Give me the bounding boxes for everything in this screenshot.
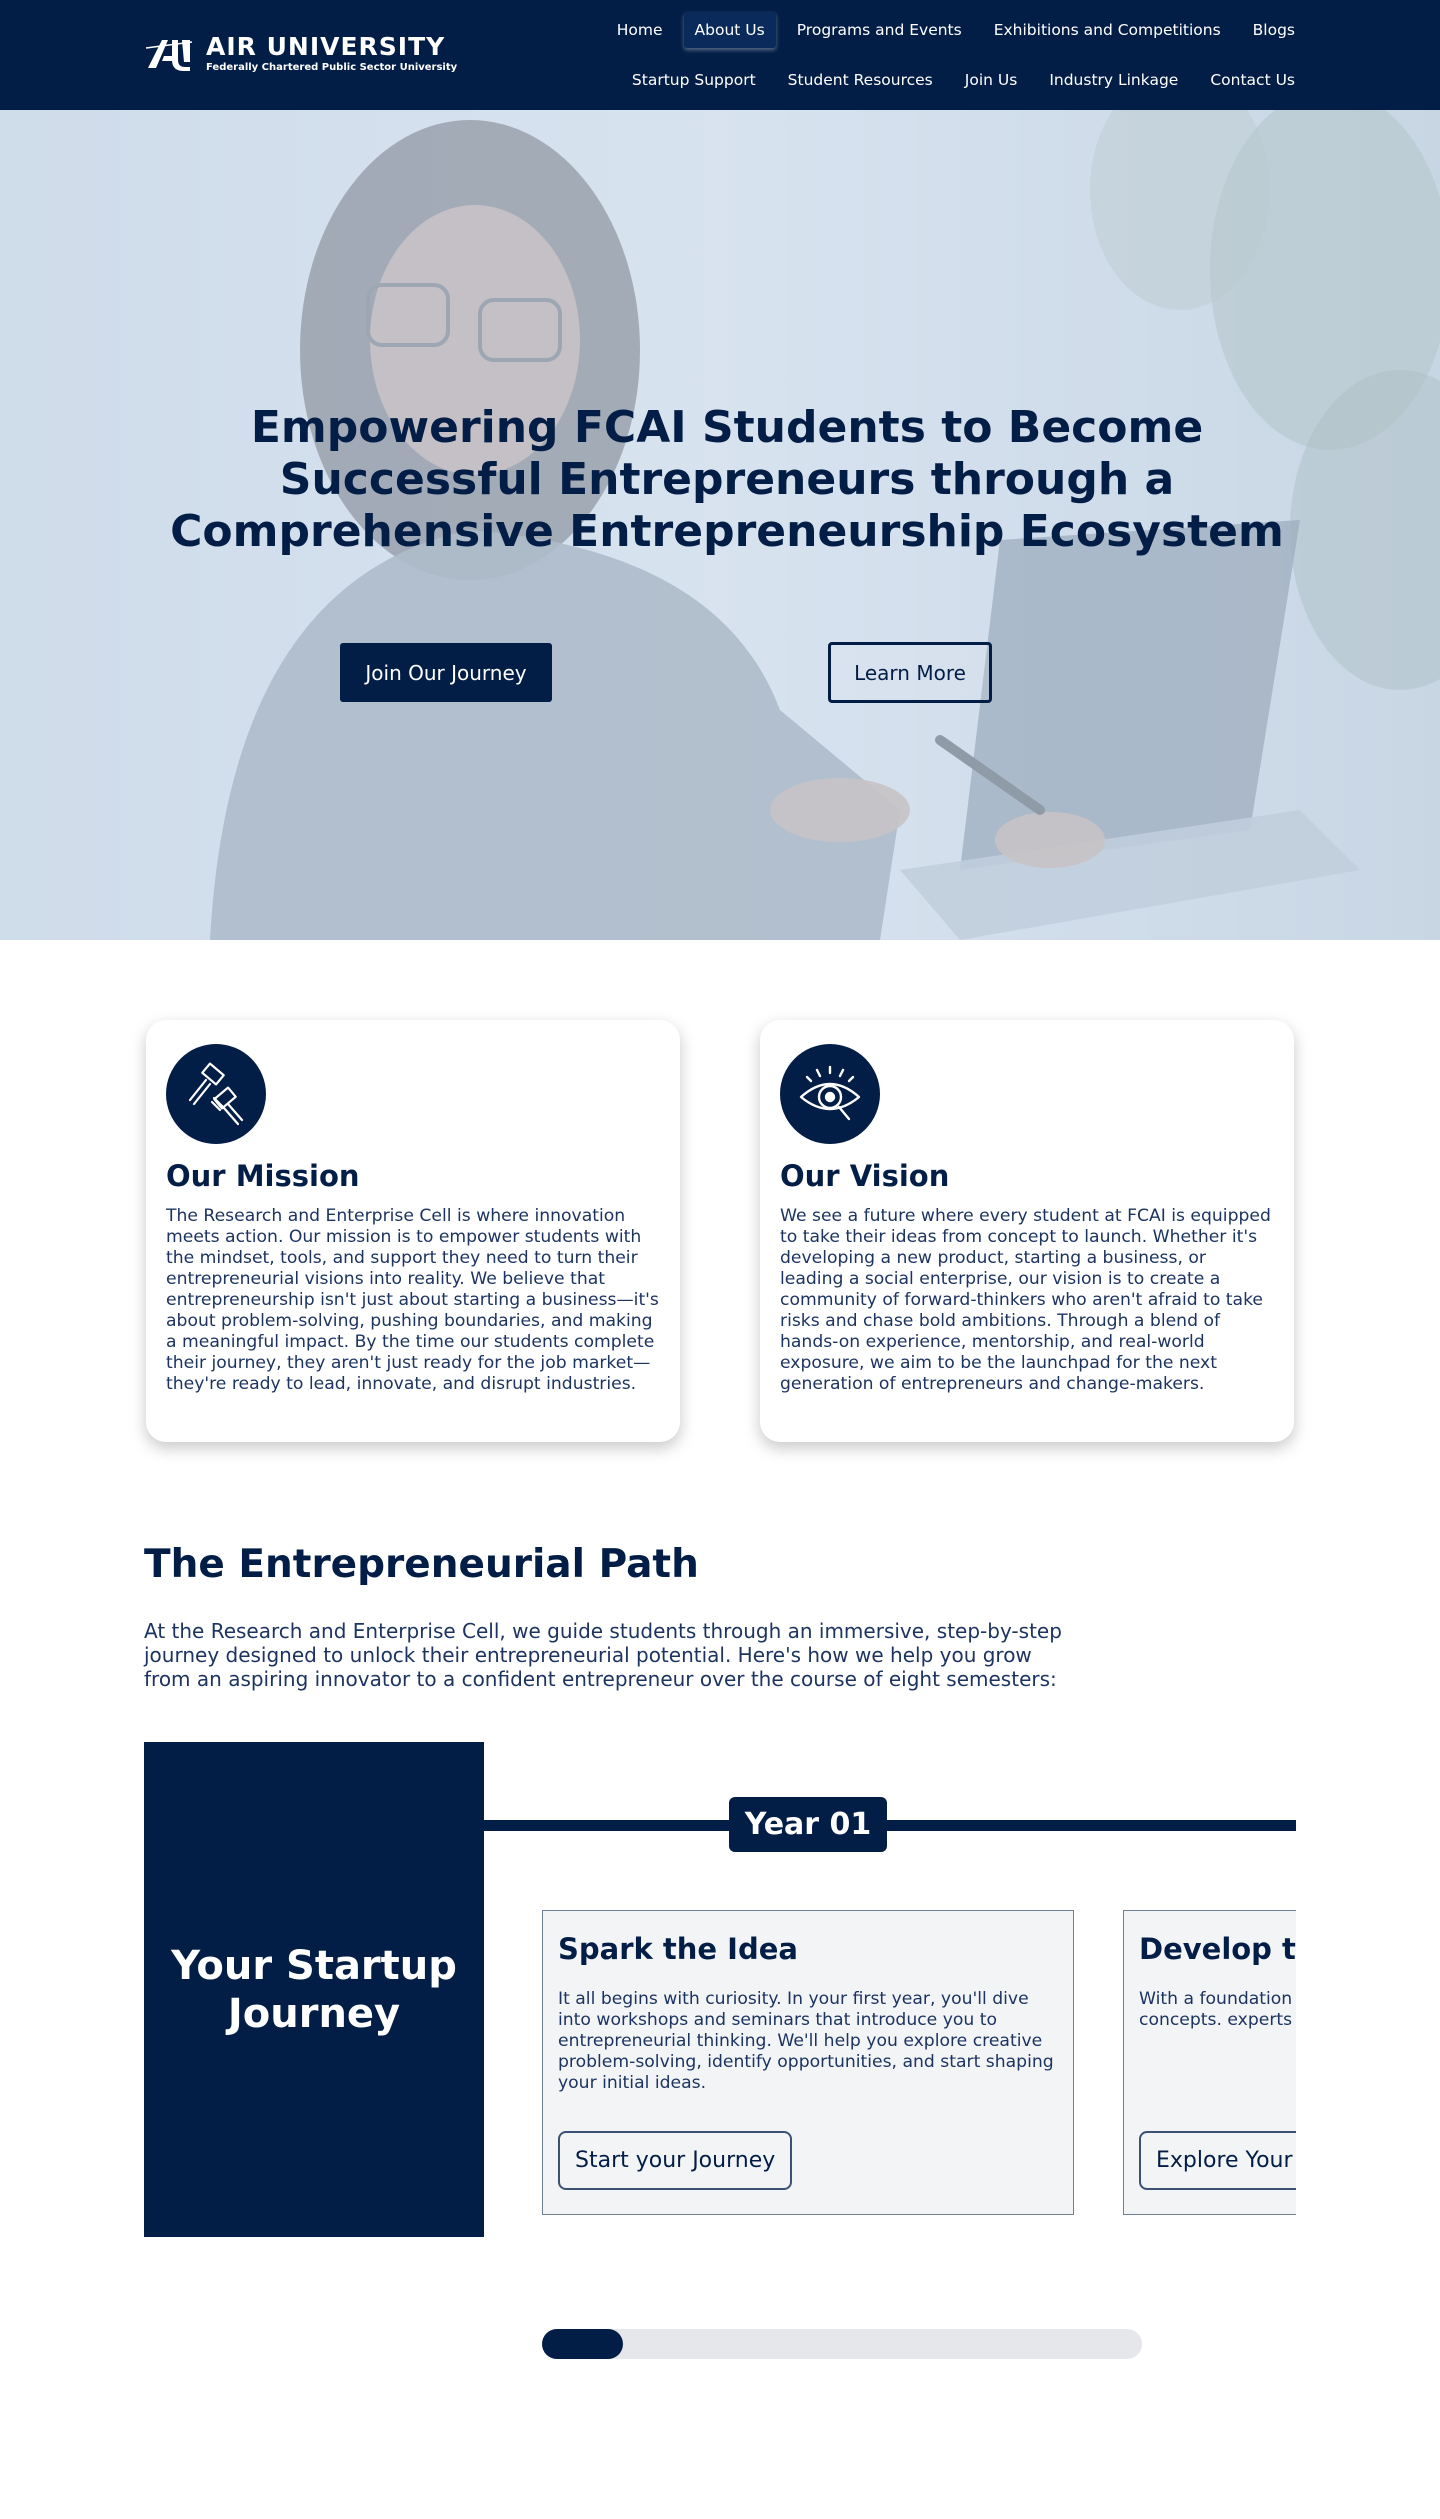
start-your-journey-button[interactable]: Start your Journey xyxy=(558,2131,793,2190)
journey-step-card: Spark the Idea It all begins with curios… xyxy=(542,1910,1074,2215)
startup-journey-panel: Your Startup Journey xyxy=(144,1742,484,2237)
main-nav-bottom: Startup Support Student Resources Join U… xyxy=(616,60,1295,100)
logo-emblem-icon xyxy=(145,40,193,71)
hero-title: Empowering FCAI Students to Become Succe… xyxy=(170,402,1284,557)
step-text: With a foundation i teams, begin worki b… xyxy=(1139,1989,1296,2030)
nav-join-us[interactable]: Join Us xyxy=(949,62,1034,98)
nav-home[interactable]: Home xyxy=(601,12,679,48)
logo-subtitle: Federally Chartered Public Sector Univer… xyxy=(206,62,458,73)
mission-card: Our Mission The Research and Enterprise … xyxy=(146,1020,680,1442)
learn-more-button[interactable]: Learn More xyxy=(828,642,992,703)
step-title: Spark the Idea xyxy=(558,1932,798,1966)
nav-blogs[interactable]: Blogs xyxy=(1237,12,1295,48)
step-text: It all begins with curiosity. In your fi… xyxy=(558,1989,1054,2093)
logo-title: AIR UNIVERSITY xyxy=(206,32,446,61)
entrepreneurial-path-text: At the Research and Enterprise Cell, we … xyxy=(144,1619,1062,1691)
hero-section: Empowering FCAI Students to Become Succe… xyxy=(0,110,1440,940)
nav-industry-linkage[interactable]: Industry Linkage xyxy=(1033,62,1194,98)
journey-carousel[interactable]: Spark the Idea It all begins with curios… xyxy=(484,1900,1296,2220)
nav-exhibitions-competitions[interactable]: Exhibitions and Competitions xyxy=(978,12,1237,48)
nav-startup-support[interactable]: Startup Support xyxy=(616,62,772,98)
step-title: Develop the xyxy=(1139,1932,1296,1966)
carousel-scrollbar[interactable] xyxy=(542,2329,1142,2359)
join-our-journey-button[interactable]: Join Our Journey xyxy=(340,643,552,702)
journey-timeline-line xyxy=(484,1820,1296,1831)
vision-title: Our Vision xyxy=(780,1159,950,1193)
mission-title: Our Mission xyxy=(166,1159,360,1193)
startup-journey-title: Your Startup Journey xyxy=(171,1942,457,2037)
nav-about-us[interactable]: About Us xyxy=(683,12,776,48)
nav-programs-events[interactable]: Programs and Events xyxy=(781,12,978,48)
eye-icon xyxy=(780,1044,880,1144)
site-header: AIR UNIVERSITY Federally Chartered Publi… xyxy=(0,0,1440,110)
entrepreneurial-path-title: The Entrepreneurial Path xyxy=(144,1542,699,1587)
vision-text: We see a future where every student at F… xyxy=(780,1206,1271,1394)
main-nav-top: Home About Us Programs and Events Exhibi… xyxy=(601,10,1295,50)
year-badge: Year 01 xyxy=(729,1797,887,1852)
nav-student-resources[interactable]: Student Resources xyxy=(772,62,949,98)
explore-button[interactable]: Explore Your I xyxy=(1139,2131,1296,2190)
journey-step-card: Develop the With a foundation i teams, b… xyxy=(1123,1910,1296,2215)
air-university-logo[interactable]: AIR UNIVERSITY Federally Chartered Publi… xyxy=(144,30,457,78)
nav-contact-us[interactable]: Contact Us xyxy=(1194,62,1295,98)
carousel-scrollbar-thumb[interactable] xyxy=(542,2329,623,2359)
hammer-icon xyxy=(166,1044,266,1144)
mission-text: The Research and Enterprise Cell is wher… xyxy=(166,1206,659,1394)
vision-card: Our Vision We see a future where every s… xyxy=(760,1020,1294,1442)
